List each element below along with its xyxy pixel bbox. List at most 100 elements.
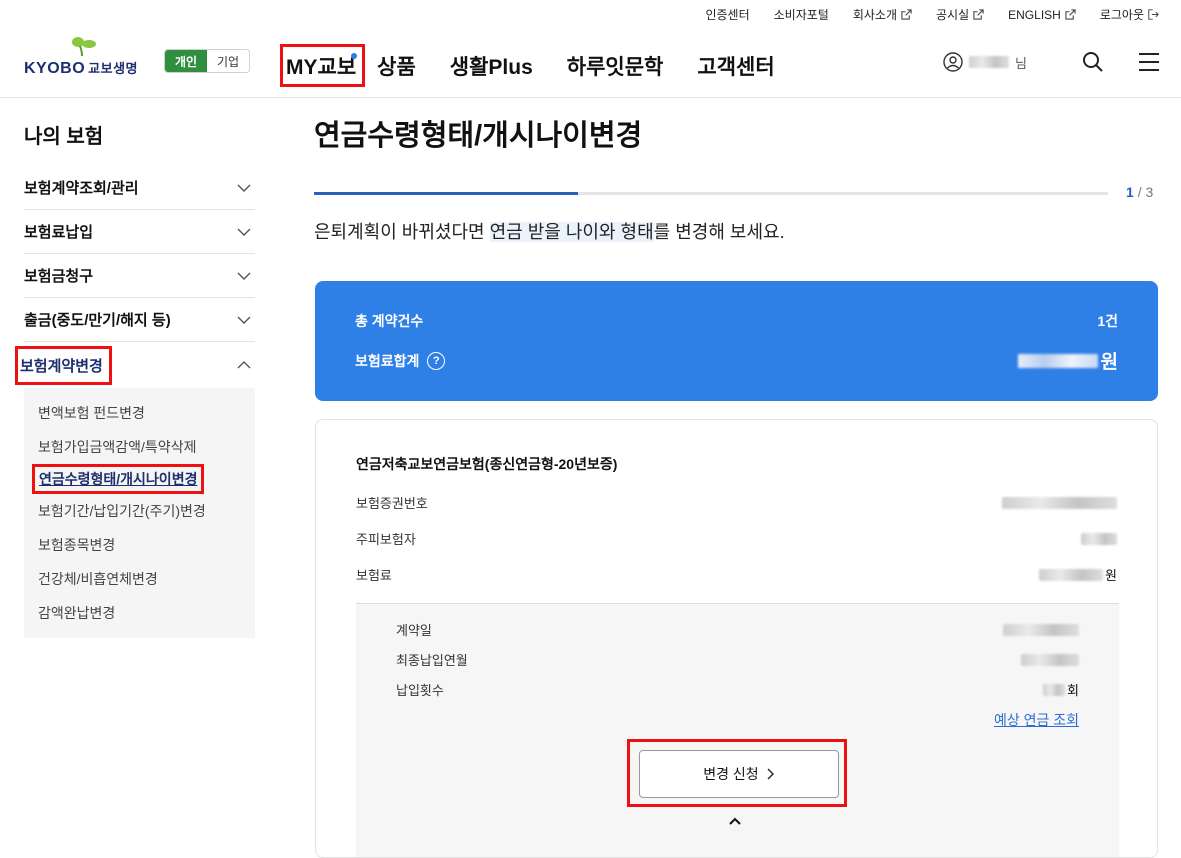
- submenu-health-change[interactable]: 건강체/비흡연체변경: [38, 562, 255, 596]
- chevron-right-icon: [767, 768, 774, 780]
- header-actions: 님: [943, 50, 1161, 74]
- page-title: 연금수령형태/개시나이변경: [314, 120, 643, 152]
- submenu-amount-reduce[interactable]: 보험가입금액감액/특약삭제: [38, 430, 255, 464]
- help-icon[interactable]: ?: [427, 351, 446, 370]
- user-name-masked: [969, 56, 1010, 68]
- policy-no-masked: [1002, 496, 1117, 509]
- apply-change-label: 변경 신청: [703, 766, 759, 782]
- logo-sub: 교보생명: [88, 61, 139, 76]
- nav-customer-center[interactable]: 고객센터: [697, 51, 774, 81]
- sidebar-item-contract-inquiry[interactable]: 보험계약조회/관리: [24, 166, 255, 210]
- nav-daily-literature[interactable]: 하루잇문학: [567, 51, 664, 81]
- submenu-reduced-paidup[interactable]: 감액완납변경: [38, 596, 255, 630]
- step-progress-fill: [314, 192, 579, 195]
- new-badge-dot: [351, 53, 358, 59]
- customer-type-toggle: 개인 기업: [164, 49, 250, 73]
- sidebar-item-claim[interactable]: 보험금청구: [24, 254, 255, 298]
- kyobo-logo[interactable]: KYOBO 교보생명: [24, 36, 149, 77]
- nav-my-kyobo[interactable]: MY교보: [280, 44, 366, 87]
- summary-premium-value: 원: [1017, 347, 1118, 374]
- header: KYOBO 교보생명 개인 기업 MY교보 상품 생활Plus 하루잇문학 고객센…: [0, 30, 1181, 98]
- premium-masked: [1039, 568, 1104, 581]
- policy-no-value: [1002, 496, 1117, 509]
- summary-premium-label: 보험료합계: [355, 352, 420, 369]
- summary-count-value: 1건: [1097, 313, 1118, 329]
- contract-date-row: 계약일: [396, 620, 1079, 639]
- step-current: 1: [1126, 184, 1134, 200]
- chevron-up-icon: [237, 361, 251, 369]
- insured-label: 주피보험자: [356, 532, 416, 547]
- policy-no-row: 보험증권번호: [356, 493, 1117, 512]
- nav-products[interactable]: 상품: [377, 51, 416, 81]
- notice-label: 공시실: [936, 8, 970, 22]
- submenu-type-change[interactable]: 보험종목변경: [38, 528, 255, 562]
- user-icon: [943, 52, 963, 72]
- company-link[interactable]: 회사소개: [853, 6, 912, 23]
- step-indicator: 1 / 3: [1126, 184, 1153, 200]
- insured-value: [1081, 532, 1117, 545]
- pay-count-masked: [1043, 683, 1066, 696]
- nav-life-plus[interactable]: 생활Plus: [450, 51, 533, 81]
- nav-my-kyobo-label: MY교보: [286, 56, 357, 79]
- insured-row: 주피보험자: [356, 529, 1117, 548]
- pay-count-label: 납입횟수: [396, 683, 444, 698]
- logout-label: 로그아웃: [1099, 8, 1144, 22]
- apply-change-button[interactable]: 변경 신청: [639, 750, 839, 798]
- sidebar-submenu: 변액보험 펀드변경 보험가입금액감액/특약삭제 연금수령형태/개시나이변경 보험…: [24, 388, 255, 638]
- sidebar-item-label: 출금(중도/만기/해지 등): [24, 312, 171, 329]
- submenu-period-change[interactable]: 보험기간/납입기간(주기)변경: [38, 494, 255, 528]
- estimate-annuity-link[interactable]: 예상 연금 조회: [994, 710, 1079, 730]
- chevron-down-icon: [237, 272, 251, 280]
- collapse-chevron-up-icon[interactable]: [728, 814, 742, 828]
- last-paid-value: [1021, 653, 1079, 666]
- pay-count-value: 회: [1043, 680, 1079, 699]
- external-link-icon: [973, 9, 984, 20]
- external-link-icon: [1065, 9, 1076, 20]
- menu-icon[interactable]: [1137, 50, 1161, 74]
- lead-highlight: 연금 받을 나이와 형태: [489, 222, 654, 242]
- submenu-fund-change[interactable]: 변액보험 펀드변경: [38, 396, 255, 430]
- last-paid-label: 최종납입연월: [396, 653, 468, 668]
- sidebar-item-label: 보험계약조회/관리: [24, 180, 139, 197]
- english-link[interactable]: ENGLISH: [1008, 8, 1076, 22]
- personal-tab[interactable]: 개인: [165, 50, 207, 72]
- sidebar-item-label: 보험료납입: [24, 224, 94, 241]
- logout-link[interactable]: 로그아웃: [1100, 6, 1159, 23]
- user-menu[interactable]: 님: [943, 52, 1027, 72]
- logo-main: KYOBO: [24, 60, 86, 77]
- contract-name: 연금저축교보연금보험(종신연금형-20년보증): [356, 456, 618, 472]
- consumer-portal-link[interactable]: 소비자포털: [774, 6, 829, 23]
- contract-detail-panel: 계약일 최종납입연월 납입횟수 회 예상 연금 조회 변경 신청: [356, 603, 1119, 857]
- submenu-annuity-change[interactable]: 연금수령형태/개시나이변경: [32, 464, 205, 494]
- premium-unit: 원: [1105, 568, 1117, 583]
- contract-card: 연금저축교보연금보험(종신연금형-20년보증) 보험증권번호 주피보험자 보험료…: [315, 419, 1158, 858]
- chevron-down-icon: [237, 228, 251, 236]
- lead-post: 를 변경해 보세요.: [653, 222, 785, 242]
- sidebar-item-withdrawal[interactable]: 출금(중도/만기/해지 등): [24, 298, 255, 342]
- search-icon[interactable]: [1081, 50, 1105, 74]
- contract-date-masked: [1003, 623, 1079, 636]
- cert-center-link[interactable]: 인증센터: [705, 6, 749, 23]
- logout-icon: [1148, 9, 1159, 20]
- contract-date-label: 계약일: [396, 623, 432, 638]
- sidebar-item-premium-payment[interactable]: 보험료납입: [24, 210, 255, 254]
- premium-masked: [1017, 353, 1098, 368]
- premium-label: 보험료: [356, 568, 392, 583]
- pay-count-row: 납입횟수 회: [396, 680, 1079, 699]
- policy-no-label: 보험증권번호: [356, 496, 428, 511]
- chevron-down-icon: [237, 316, 251, 324]
- notice-link[interactable]: 공시실: [936, 6, 984, 23]
- summary-count-row: 총 계약건수 1건: [355, 311, 1118, 331]
- corporate-tab[interactable]: 기업: [207, 50, 249, 72]
- summary-card: 총 계약건수 1건 보험료합계? 원: [315, 281, 1158, 401]
- utility-bar: 인증센터 소비자포털 회사소개 공시실 ENGLISH 로그아웃: [705, 6, 1159, 23]
- summary-premium-row: 보험료합계? 원: [355, 347, 1118, 374]
- insured-masked: [1081, 532, 1117, 545]
- main-nav: MY교보 상품 생활Plus 하루잇문학 고객센터: [280, 44, 809, 87]
- summary-premium-unit: 원: [1100, 352, 1118, 373]
- lead-text: 은퇴계획이 바뀌셨다면 연금 받을 나이와 형태를 변경해 보세요.: [314, 218, 785, 244]
- sidebar-item-contract-change[interactable]: 보험계약변경: [15, 342, 255, 388]
- external-link-icon: [901, 9, 912, 20]
- sidebar: 보험계약조회/관리 보험료납입 보험금청구 출금(중도/만기/해지 등) 보험계…: [15, 166, 255, 638]
- step-progress-bar: [314, 192, 1108, 195]
